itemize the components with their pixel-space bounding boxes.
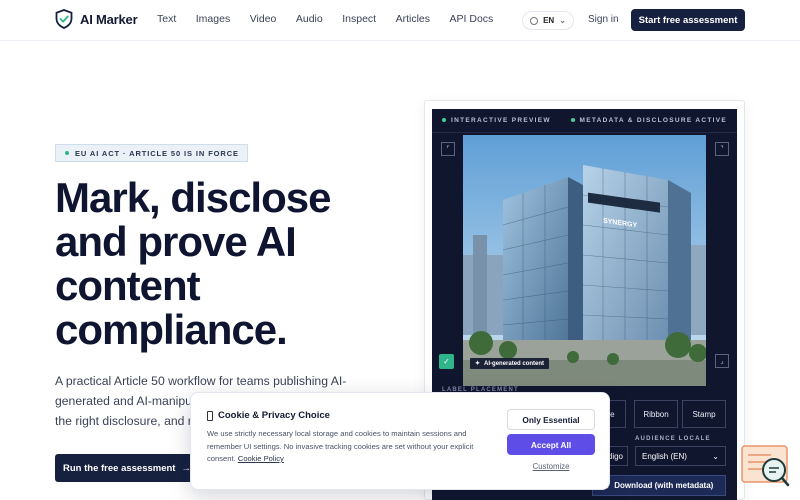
- nav-audio[interactable]: Audio: [296, 13, 323, 25]
- audience-locale-heading: AUDIENCE LOCALE: [635, 436, 711, 442]
- hero-description-line: A practical Article 50 workflow for team…: [55, 374, 347, 388]
- preview-label-text: INTERACTIVE PREVIEW: [451, 117, 551, 124]
- nav-text[interactable]: Text: [157, 13, 176, 25]
- crop-bottom-right-handle[interactable]: ⌟: [715, 354, 729, 368]
- accept-all-button[interactable]: Accept All: [507, 434, 595, 455]
- cookie-description: We use strictly necessary local storage …: [207, 428, 497, 466]
- checkmark-icon[interactable]: ✓: [439, 354, 454, 369]
- globe-icon: [530, 16, 539, 25]
- preview-label: INTERACTIVE PREVIEW: [442, 117, 551, 124]
- chat-widget-icon[interactable]: [741, 445, 791, 489]
- status-dot-icon: [442, 118, 446, 123]
- metadata-status: METADATA & DISCLOSURE ACTIVE: [570, 117, 728, 124]
- crop-top-left-handle[interactable]: ⌜: [441, 142, 455, 156]
- signin-link[interactable]: Sign in: [588, 14, 619, 25]
- preview-image: SYNERGY: [463, 135, 706, 386]
- audience-locale-select[interactable]: English (EN) ⌄: [635, 446, 726, 466]
- nav-api-docs[interactable]: API Docs: [450, 13, 494, 25]
- crop-top-right-handle[interactable]: ⌝: [715, 142, 729, 156]
- run-assessment-label: Run the free assessment: [63, 462, 176, 474]
- status-dot-icon: [570, 118, 575, 123]
- cookie-policy-link[interactable]: Cookie Policy: [238, 454, 284, 463]
- only-essential-button[interactable]: Only Essential: [507, 409, 595, 430]
- sparkle-icon: ✦: [475, 361, 481, 367]
- ai-generated-text: AI-generated content: [484, 360, 545, 367]
- ai-generated-label: ✦ AI-generated content: [470, 358, 550, 369]
- main-nav: Text Images Video Audio Inspect Articles…: [157, 13, 513, 25]
- hero-title: Mark, disclose and prove AI content comp…: [55, 174, 331, 353]
- preview-status-bar: INTERACTIVE PREVIEW METADATA & DISCLOSUR…: [432, 109, 737, 133]
- customize-link[interactable]: Customize: [507, 462, 595, 471]
- nav-articles[interactable]: Articles: [396, 13, 430, 25]
- shield-check-icon: [55, 9, 73, 29]
- chevron-down-icon: ⌄: [712, 451, 719, 461]
- cookie-title: Cookie & Privacy Choice: [207, 410, 330, 421]
- cookie-title-text: Cookie & Privacy Choice: [218, 410, 330, 421]
- metadata-status-text: METADATA & DISCLOSURE ACTIVE: [579, 117, 727, 124]
- cookie-icon: [207, 410, 213, 421]
- regulation-badge: EU AI ACT · ARTICLE 50 IS IN FORCE: [55, 144, 248, 162]
- start-assessment-button[interactable]: Start free assessment: [631, 9, 745, 31]
- language-selector[interactable]: EN ⌄: [522, 11, 574, 30]
- language-code: EN: [543, 16, 555, 25]
- run-assessment-button[interactable]: Run the free assessment →: [55, 454, 199, 482]
- brand-name: AI Marker: [80, 11, 138, 27]
- chevron-down-icon: ⌄: [559, 16, 566, 25]
- status-dot-icon: [65, 151, 69, 155]
- nav-images[interactable]: Images: [196, 13, 230, 25]
- audience-locale-value: English (EN): [642, 451, 687, 461]
- site-header: AI Marker Text Images Video Audio Inspec…: [0, 0, 800, 41]
- placement-option-ribbon[interactable]: Ribbon: [634, 400, 678, 428]
- placement-option-stamp[interactable]: Stamp: [682, 400, 726, 428]
- building-photo: SYNERGY: [463, 135, 706, 386]
- badge-text: EU AI ACT · ARTICLE 50 IS IN FORCE: [75, 148, 239, 158]
- nav-video[interactable]: Video: [250, 13, 277, 25]
- brand-logo[interactable]: AI Marker: [55, 9, 138, 29]
- download-label: Download (with metadata): [614, 481, 714, 490]
- cookie-banner: Cookie & Privacy Choice We use strictly …: [190, 392, 610, 490]
- nav-inspect[interactable]: Inspect: [342, 13, 376, 25]
- download-button[interactable]: ⤓ Download (with metadata): [592, 475, 726, 496]
